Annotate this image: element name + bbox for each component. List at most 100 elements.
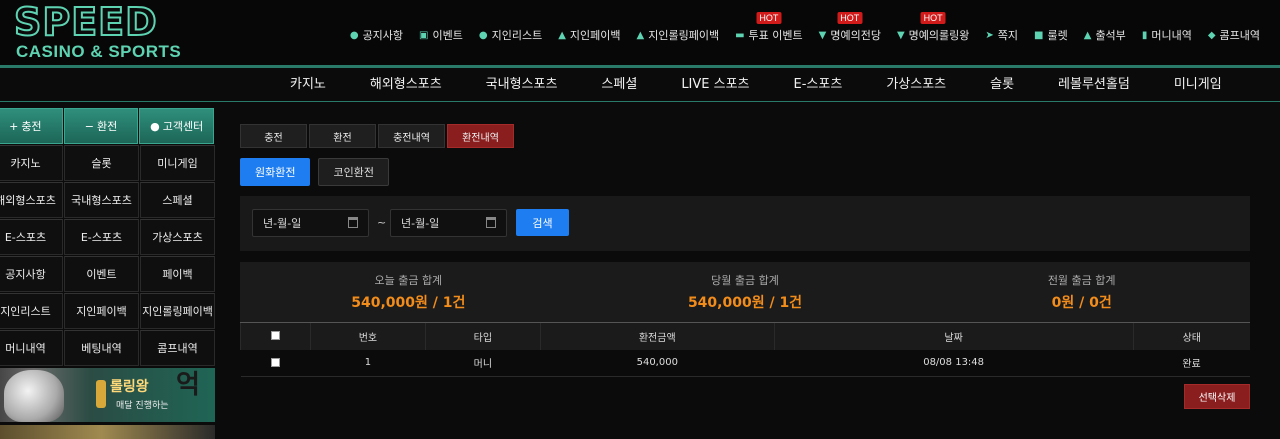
sidebar-menu-item[interactable]: 해외형스포츠 bbox=[0, 182, 63, 218]
date-filter: 년-월-일 ~ 년-월-일 검색 bbox=[240, 196, 1250, 251]
mainnav-item[interactable]: 레볼루션홀덤 bbox=[1036, 71, 1152, 102]
tab-item[interactable]: 충전 bbox=[240, 124, 307, 148]
sidebar-menu-item[interactable]: 국내형스포츠 bbox=[64, 182, 139, 218]
mainnav-item[interactable]: 국내형스포츠 bbox=[464, 71, 580, 102]
tab-item[interactable]: 환전내역 bbox=[447, 124, 514, 148]
topnav-item[interactable]: ▼ 명예의전당 HOT bbox=[811, 12, 889, 44]
sidebar-menu-item[interactable]: 미니게임 bbox=[140, 145, 215, 181]
topnav-item-label: 출석부 bbox=[1095, 29, 1126, 42]
summary-column: 전월 출금 합계 0원 / 0건 bbox=[913, 262, 1250, 322]
sidebar-menu-item[interactable]: 카지노 bbox=[0, 145, 63, 181]
sidebar-top-button[interactable]: + 충전 bbox=[0, 108, 63, 144]
topnav-item[interactable]: ▲ 출석부 bbox=[1076, 26, 1134, 44]
topnav-item-label: 이벤트 bbox=[432, 29, 463, 42]
hot-badge: HOT bbox=[920, 12, 946, 24]
mainnav-item[interactable]: 해외형스포츠 bbox=[348, 71, 464, 102]
sidebar-menu-item[interactable]: 지인페이백 bbox=[64, 293, 139, 329]
sidebar-top-button[interactable]: − 환전 bbox=[63, 108, 139, 144]
lion-image bbox=[4, 370, 64, 422]
subtab-item[interactable]: 원화환전 bbox=[240, 158, 311, 186]
sidebar-top-button[interactable]: ● 고객센터 bbox=[139, 108, 215, 144]
trophy-icon: ▼ bbox=[896, 29, 905, 41]
sidebar-menu-item[interactable]: 가상스포츠 bbox=[140, 219, 215, 255]
cell-amount: 540,000 bbox=[540, 349, 775, 377]
hot-badge: HOT bbox=[756, 12, 782, 24]
secondary-banner[interactable] bbox=[0, 425, 215, 439]
sidebar-menu-item[interactable]: E-스포츠 bbox=[64, 219, 139, 255]
summary-column: 오늘 출금 합계 540,000원 / 1건 bbox=[240, 262, 577, 322]
site-header: SPEED CASINO & SPORTS ● 공지사항 ▣ 이벤트 ● 지인리스트 ▲ 지인… bbox=[0, 0, 1280, 68]
mainnav-item[interactable]: E-스포츠 bbox=[772, 71, 865, 102]
cell-no: 1 bbox=[310, 349, 426, 377]
cell-status: 완료 bbox=[1133, 349, 1250, 377]
topnav-item[interactable]: ▮ 머니내역 bbox=[1134, 26, 1200, 44]
date-separator: ~ bbox=[377, 216, 387, 229]
topnav-item[interactable]: ▲ 지인롤링페이백 bbox=[629, 26, 728, 44]
sidebar-top-button-label: 충전 bbox=[21, 120, 42, 133]
info-icon: ● bbox=[349, 29, 359, 41]
sidebar-menu-item[interactable]: E-스포츠 bbox=[0, 219, 63, 255]
topnav-item[interactable]: ▲ 지인페이백 bbox=[550, 26, 628, 44]
table-row: 1 머니 540,000 08/08 13:48 완료 bbox=[240, 349, 1250, 377]
sidebar-menu-item[interactable]: 스페셜 bbox=[140, 182, 215, 218]
subtab-item[interactable]: 코인환전 bbox=[318, 158, 389, 186]
mainnav-item[interactable]: 카지노 bbox=[268, 71, 348, 102]
logo[interactable]: SPEED CASINO & SPORTS bbox=[13, 0, 190, 64]
row-checkbox[interactable] bbox=[270, 357, 280, 367]
topnav-item[interactable]: ● 공지사항 bbox=[342, 26, 411, 44]
vote-icon: ▬ bbox=[735, 29, 745, 41]
paper-plane-icon: ➤ bbox=[985, 29, 994, 41]
sidebar: + 충전 − 환전 ● 고객센터 카지노 슬롯 미니게임 해외형스포츠 국내형스포츠 스페셜 E-스포… bbox=[0, 108, 215, 439]
search-button[interactable]: 검색 bbox=[516, 209, 569, 236]
topnav-item[interactable]: ▣ 이벤트 bbox=[411, 26, 471, 44]
topnav-item[interactable]: ■ 룰렛 bbox=[1026, 26, 1076, 44]
topnav-item[interactable]: ▬ 투표 이벤트 HOT bbox=[727, 12, 811, 44]
column-header-date: 날짜 bbox=[773, 322, 1134, 350]
sidebar-menu-item[interactable]: 슬롯 bbox=[64, 145, 139, 181]
sidebar-menu-item[interactable]: 이벤트 bbox=[64, 256, 139, 292]
rolling-king-banner[interactable]: 롤링왕 매달 진행하는 억 bbox=[0, 368, 215, 422]
sidebar-menu-item[interactable]: 콤프내역 bbox=[140, 330, 215, 366]
mainnav-item[interactable]: 가상스포츠 bbox=[864, 71, 968, 102]
withdraw-history-panel: 충전 환전 충전내역 환전내역 원화환전 코인환전 년-월-일 ~ 년-월-일 검색 오… bbox=[240, 124, 1250, 409]
tab-item[interactable]: 환전 bbox=[309, 124, 376, 148]
users-icon: ● bbox=[478, 29, 488, 41]
mainnav-item[interactable]: 미니게임 bbox=[1152, 71, 1244, 102]
plus-icon: + bbox=[9, 119, 19, 133]
column-header-type: 타입 bbox=[424, 322, 541, 350]
hand-coin-icon: ▲ bbox=[558, 29, 566, 41]
sidebar-menu-item[interactable]: 베팅내역 bbox=[64, 330, 139, 366]
table-header-row: 번호 타입 환전금액 날짜 상태 bbox=[240, 322, 1250, 350]
calendar-icon[interactable] bbox=[486, 217, 496, 228]
topnav-item[interactable]: ◆ 콤프내역 bbox=[1200, 26, 1268, 44]
sidebar-menu-item[interactable]: 머니내역 bbox=[0, 330, 63, 366]
sidebar-menu-item[interactable]: 페이백 bbox=[140, 256, 215, 292]
cell-type: 머니 bbox=[425, 349, 541, 377]
topnav-item[interactable]: ▼ 명예의롤링왕 HOT bbox=[889, 12, 977, 44]
delete-selected-button[interactable]: 선택삭제 bbox=[1184, 384, 1250, 409]
mainnav-item[interactable]: 슬롯 bbox=[968, 71, 1036, 102]
summary-value: 540,000원 / 1건 bbox=[351, 295, 466, 311]
mainnav-item[interactable]: LIVE 스포츠 bbox=[659, 71, 771, 102]
trophy-icon bbox=[96, 380, 106, 408]
tab-item[interactable]: 충전내역 bbox=[378, 124, 445, 148]
sidebar-menu-item[interactable]: 지인리스트 bbox=[0, 293, 63, 329]
mainnav-item[interactable]: 스페셜 bbox=[579, 71, 659, 102]
banner-big-text: 억 bbox=[176, 370, 200, 400]
calendar-icon[interactable] bbox=[348, 217, 358, 228]
sidebar-menu-item[interactable]: 지인롤링페이백 bbox=[140, 293, 215, 329]
select-all-checkbox[interactable] bbox=[270, 331, 280, 341]
date-to-input[interactable]: 년-월-일 bbox=[390, 209, 507, 237]
row-select-cell bbox=[240, 349, 311, 377]
summary-label: 오늘 출금 합계 bbox=[374, 274, 443, 287]
logo-wordmark: SPEED bbox=[13, 0, 158, 44]
banner-subtitle: 매달 진행하는 bbox=[116, 401, 169, 411]
topnav-item[interactable]: ● 지인리스트 bbox=[471, 26, 550, 44]
gift-icon: ■ bbox=[1034, 29, 1044, 41]
summary-label: 전월 출금 합계 bbox=[1047, 274, 1116, 287]
column-header-amount: 환전금액 bbox=[539, 322, 775, 350]
sidebar-menu-item[interactable]: 공지사항 bbox=[0, 256, 63, 292]
topnav-item[interactable]: ➤ 쪽지 bbox=[977, 26, 1026, 44]
date-from-input[interactable]: 년-월-일 bbox=[252, 209, 369, 237]
summary-value: 540,000원 / 1건 bbox=[687, 295, 803, 311]
